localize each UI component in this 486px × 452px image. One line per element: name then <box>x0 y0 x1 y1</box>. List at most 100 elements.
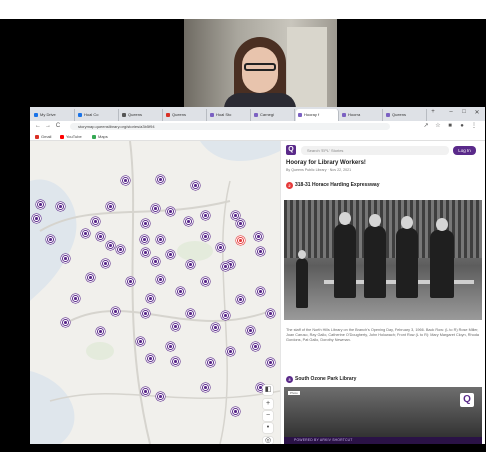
library-location-pin[interactable] <box>183 216 193 226</box>
library-location-pin[interactable] <box>253 231 263 241</box>
library-location-pin[interactable] <box>220 261 230 271</box>
powered-by-footer[interactable]: POWERED BY ARKIV SHORTCUT <box>284 437 482 444</box>
browser-menu-icon[interactable]: ⋮ <box>470 123 478 130</box>
tab-5[interactable]: Hoal Sto <box>208 109 251 121</box>
tab-9[interactable]: Queens <box>384 109 427 121</box>
library-location-pin[interactable] <box>85 272 95 282</box>
tab-1[interactable]: My Drive <box>32 109 75 121</box>
library-location-pin[interactable] <box>139 234 149 244</box>
library-location-pin[interactable] <box>245 325 255 335</box>
library-location-pin[interactable] <box>80 228 90 238</box>
search-input[interactable]: Search 'EPL' Stories <box>301 146 449 155</box>
library-location-pin[interactable] <box>200 276 210 286</box>
library-location-pin[interactable] <box>155 234 165 244</box>
library-location-pin[interactable] <box>170 321 180 331</box>
tab-2[interactable]: Hoal Co <box>76 109 119 121</box>
library-location-pin[interactable] <box>45 234 55 244</box>
library-location-pin[interactable] <box>105 240 115 250</box>
library-location-pin[interactable] <box>60 317 70 327</box>
library-location-pin[interactable] <box>205 357 215 367</box>
library-location-pin[interactable] <box>60 253 70 263</box>
library-location-pin[interactable] <box>230 406 240 416</box>
library-location-pin[interactable] <box>145 353 155 363</box>
library-location-pin[interactable] <box>135 336 145 346</box>
library-location-pin[interactable] <box>250 341 260 351</box>
chapter-heading[interactable]: 3 South Ozone Park Library <box>286 376 356 383</box>
zoom-out-button[interactable]: − <box>263 411 273 421</box>
library-location-pin[interactable] <box>170 356 180 366</box>
library-location-pin[interactable] <box>155 391 165 401</box>
library-location-pin[interactable] <box>115 244 125 254</box>
library-location-pin[interactable] <box>225 346 235 356</box>
forward-arrow-icon[interactable]: → <box>44 123 52 130</box>
profile-avatar-icon[interactable]: ● <box>458 123 466 130</box>
library-location-pin[interactable] <box>55 201 65 211</box>
library-location-pin[interactable] <box>200 382 210 392</box>
library-location-pin[interactable] <box>140 308 150 318</box>
library-location-pin[interactable] <box>70 293 80 303</box>
library-location-pin[interactable] <box>155 174 165 184</box>
share-icon[interactable]: ↗ <box>422 123 430 130</box>
library-location-pin[interactable] <box>140 386 150 396</box>
tab-8[interactable]: Hoorra <box>340 109 383 121</box>
library-location-pin[interactable] <box>255 286 265 296</box>
bookmark-gmail[interactable]: Gmail <box>35 134 51 139</box>
extensions-icon[interactable]: ■ <box>446 123 454 130</box>
library-location-pin[interactable] <box>165 206 175 216</box>
library-location-pin[interactable] <box>140 247 150 257</box>
library-location-pin[interactable] <box>235 294 245 304</box>
library-location-pin[interactable] <box>145 293 155 303</box>
library-location-pin[interactable] <box>95 326 105 336</box>
bookmark-maps[interactable]: Maps <box>92 134 108 139</box>
library-location-pin[interactable] <box>140 218 150 228</box>
active-library-location-pin[interactable] <box>235 235 245 245</box>
close-icon[interactable]: ✕ <box>472 109 482 116</box>
library-location-pin[interactable] <box>220 310 230 320</box>
zoom-in-button[interactable]: + <box>263 399 273 409</box>
library-location-pin[interactable] <box>105 201 115 211</box>
tab-4[interactable]: Queens <box>164 109 207 121</box>
library-location-pin[interactable] <box>100 258 110 268</box>
maximize-icon[interactable]: □ <box>459 109 469 115</box>
library-location-pin[interactable] <box>175 286 185 296</box>
back-arrow-icon[interactable]: ← <box>34 123 42 130</box>
tab-6[interactable]: Carnegi <box>252 109 295 121</box>
library-location-pin[interactable] <box>90 216 100 226</box>
locate-icon[interactable]: ◎ <box>263 437 273 444</box>
tab-7-active[interactable]: Hooray f <box>296 109 339 121</box>
reload-icon[interactable]: C <box>54 123 62 130</box>
library-location-pin[interactable] <box>155 274 165 284</box>
library-location-pin[interactable] <box>235 218 245 228</box>
bookmark-star-icon[interactable]: ☆ <box>434 123 442 130</box>
login-button[interactable]: Log In <box>453 146 476 155</box>
library-location-pin[interactable] <box>265 357 275 367</box>
minimize-icon[interactable]: – <box>446 109 456 115</box>
new-tab-button[interactable]: + <box>428 109 438 115</box>
queens-library-logo[interactable]: Q <box>286 145 296 155</box>
library-location-pin[interactable] <box>255 246 265 256</box>
library-location-pin[interactable] <box>95 231 105 241</box>
bookmark-youtube[interactable]: YouTube <box>60 134 82 139</box>
library-location-pin[interactable] <box>125 276 135 286</box>
tab-3[interactable]: Queens <box>120 109 163 121</box>
library-location-pin[interactable] <box>31 213 41 223</box>
library-location-pin[interactable] <box>190 180 200 190</box>
library-location-pin[interactable] <box>165 341 175 351</box>
compass-icon[interactable]: • <box>263 423 273 433</box>
library-location-pin[interactable] <box>35 199 45 209</box>
library-location-pin[interactable] <box>215 242 225 252</box>
url-field[interactable]: storymap.queenslibrary.org/stories/a3b5f… <box>70 123 390 130</box>
library-location-pin[interactable] <box>150 256 160 266</box>
story-map[interactable]: ◧ + − • ◎ <box>30 141 280 444</box>
library-location-pin[interactable] <box>150 203 160 213</box>
library-location-pin[interactable] <box>185 259 195 269</box>
library-location-pin[interactable] <box>110 306 120 316</box>
library-location-pin[interactable] <box>120 175 130 185</box>
library-location-pin[interactable] <box>230 210 240 220</box>
library-location-pin[interactable] <box>165 249 175 259</box>
library-location-pin[interactable] <box>200 210 210 220</box>
layers-icon[interactable]: ◧ <box>263 385 273 395</box>
library-location-pin[interactable] <box>210 322 220 332</box>
library-location-pin[interactable] <box>200 231 210 241</box>
library-location-pin[interactable] <box>185 308 195 318</box>
